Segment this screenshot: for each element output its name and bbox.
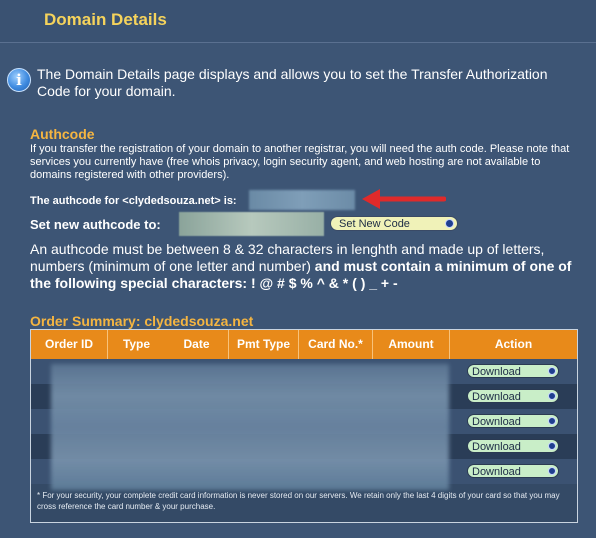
set-authcode-label: Set new authcode to: [30, 217, 161, 232]
download-label: Download [472, 466, 521, 478]
authcode-description: If you transfer the registration of your… [30, 143, 570, 181]
download-label: Download [472, 416, 521, 428]
set-new-code-button[interactable]: Set New Code [330, 216, 458, 231]
order-summary-table: Order ID Type Date Pmt Type Card No.* Am… [30, 329, 578, 523]
authcode-rules: An authcode must be between 8 & 32 chara… [30, 241, 580, 292]
column-header-action: Action [449, 330, 577, 359]
button-dot-icon [548, 417, 556, 425]
column-header-date: Date [183, 337, 210, 351]
intro-text: The Domain Details page displays and all… [37, 66, 548, 99]
column-header-pmt-type: Pmt Type [228, 330, 298, 359]
column-header-card-no: Card No.* [298, 330, 372, 359]
download-button[interactable]: Download [467, 389, 559, 403]
download-label: Download [472, 391, 521, 403]
download-button[interactable]: Download [467, 414, 559, 428]
current-authcode-label: The authcode for <clydedsouza.net> is: [30, 195, 237, 207]
download-label: Download [472, 366, 521, 378]
current-authcode-value [249, 190, 355, 210]
column-header-amount: Amount [372, 330, 449, 359]
set-new-code-label: Set New Code [339, 218, 410, 230]
download-button[interactable]: Download [467, 464, 559, 478]
download-button[interactable]: Download [467, 364, 559, 378]
button-dot-icon [548, 392, 556, 400]
button-dot-icon [548, 367, 556, 375]
authcode-heading: Authcode [30, 126, 95, 142]
page-title: Domain Details [44, 10, 167, 29]
button-dot-icon [548, 467, 556, 475]
new-authcode-input[interactable] [179, 212, 324, 236]
button-dot-icon [548, 442, 556, 450]
column-header-order-id: Order ID [44, 337, 93, 351]
red-arrow-icon [362, 189, 446, 209]
info-icon: i [7, 68, 31, 92]
security-footnote: * For your security, your complete credi… [37, 491, 560, 511]
order-summary-heading: Order Summary: clydedsouza.net [30, 313, 254, 329]
column-header-type: Type [107, 330, 165, 359]
redacted-order-data [51, 364, 449, 490]
button-dot-icon [445, 219, 454, 228]
download-label: Download [472, 441, 521, 453]
download-button[interactable]: Download [467, 439, 559, 453]
table-header: Order ID Type Date Pmt Type Card No.* Am… [31, 330, 577, 359]
